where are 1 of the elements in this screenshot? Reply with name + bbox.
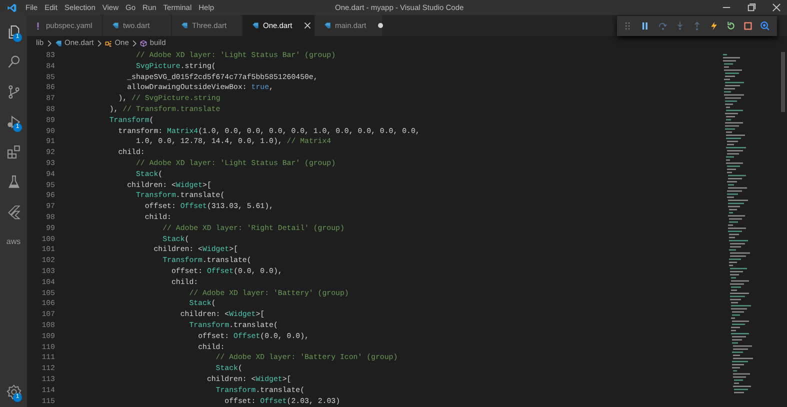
aws-logo[interactable]: aws — [6, 236, 21, 248]
